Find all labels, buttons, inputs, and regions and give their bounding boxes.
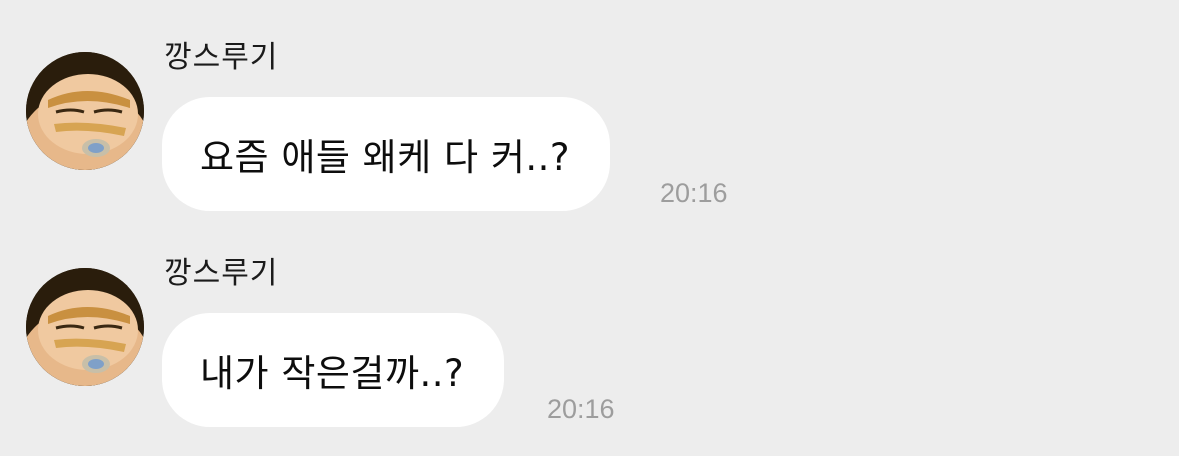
- message-timestamp: 20:16: [660, 178, 728, 208]
- sender-name: 깡스루기: [164, 40, 279, 75]
- sender-avatar-icon[interactable]: [26, 268, 144, 386]
- chat-thread: 깡스루기 요즘 애들 왜케 다 커..? 20:16 깡스루기 내가 작은걸까.…: [0, 0, 1179, 456]
- chat-message: 깡스루기 내가 작은걸까..? 20:16: [0, 216, 1179, 427]
- sender-name: 깡스루기: [164, 256, 279, 291]
- sender-avatar-icon[interactable]: [26, 52, 144, 170]
- message-bubble[interactable]: 내가 작은걸까..?: [162, 313, 505, 427]
- message-timestamp: 20:16: [547, 394, 615, 424]
- chat-message: 깡스루기 요즘 애들 왜케 다 커..? 20:16: [0, 0, 1179, 211]
- message-text: 내가 작은걸까..?: [200, 352, 465, 395]
- message-bubble[interactable]: 요즘 애들 왜케 다 커..?: [162, 97, 611, 211]
- message-text: 요즘 애들 왜케 다 커..?: [200, 136, 571, 179]
